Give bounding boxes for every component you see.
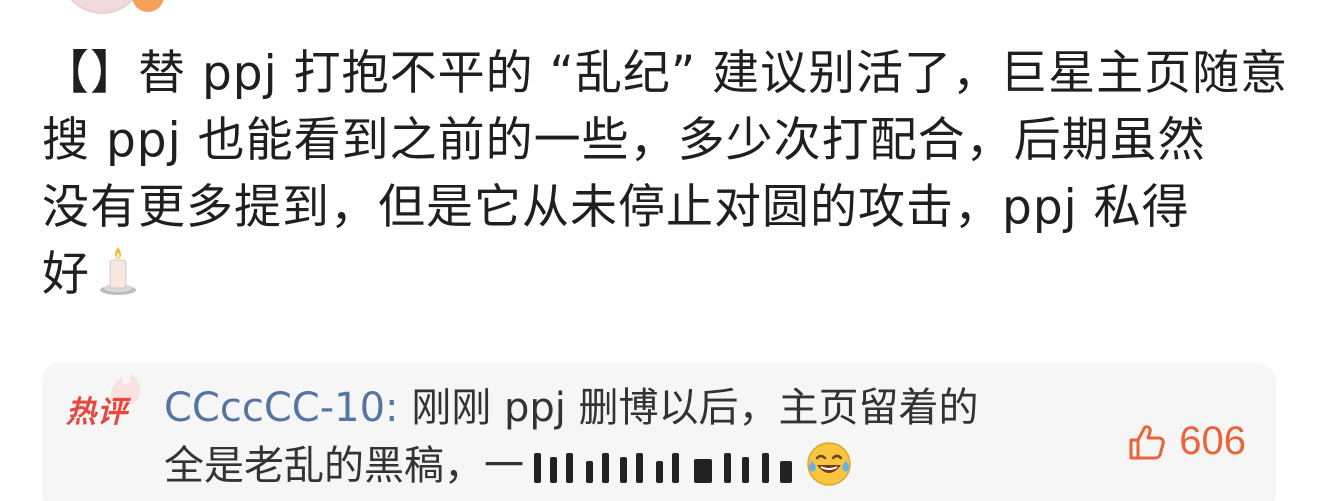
avatar[interactable] — [60, 0, 144, 14]
hot-comment-card[interactable]: 热评 CCccCC-10: 刚刚 ppj 删博以后，主页留着的 全是老乱的黑稿，… — [42, 363, 1276, 501]
avatar-badge — [132, 0, 164, 12]
post-text-line: 好 — [42, 247, 90, 302]
comment-line-2: 全是老乱的黑稿，一 — [164, 437, 1064, 495]
post-text-line: 【】替 ppj 打抱不平的 “乱纪” 建议别活了，巨星主页随意 — [42, 46, 1289, 101]
laugh-cry-icon — [807, 442, 851, 486]
comment-body: CCccCC-10: 刚刚 ppj 删博以后，主页留着的 全是老乱的黑稿，一 — [164, 379, 1064, 495]
comment-line-1: CCccCC-10: 刚刚 ppj 删博以后，主页留着的 — [164, 379, 1064, 437]
like-button[interactable]: 606 — [1127, 419, 1246, 464]
post-text-line-last: 好 — [42, 241, 1282, 308]
weibo-post: 【】替 ppj 打抱不平的 “乱纪” 建议别活了，巨星主页随意 搜 ppj 也能… — [0, 0, 1320, 501]
like-count: 606 — [1179, 419, 1246, 463]
thumbs-up-icon — [1129, 424, 1165, 459]
candle-icon — [100, 247, 136, 295]
post-text-line: 搜 ppj 也能看到之前的一些，多少次打配合，后期虽然 — [42, 113, 1206, 168]
comment-text: 全是老乱的黑稿，一 — [164, 443, 524, 489]
comment-text: 刚刚 ppj 删博以后，主页留着的 — [398, 385, 979, 431]
comment-author[interactable]: CCccCC-10: — [164, 385, 399, 431]
post-content: 【】替 ppj 打抱不平的 “乱纪” 建议别活了，巨星主页随意 搜 ppj 也能… — [42, 40, 1289, 308]
post-text-line: 没有更多提到，但是它从未停止对圆的攻击，ppj 私得 — [42, 180, 1190, 235]
redacted-text — [528, 445, 796, 485]
hot-comment-label: 热评 — [66, 395, 128, 430]
